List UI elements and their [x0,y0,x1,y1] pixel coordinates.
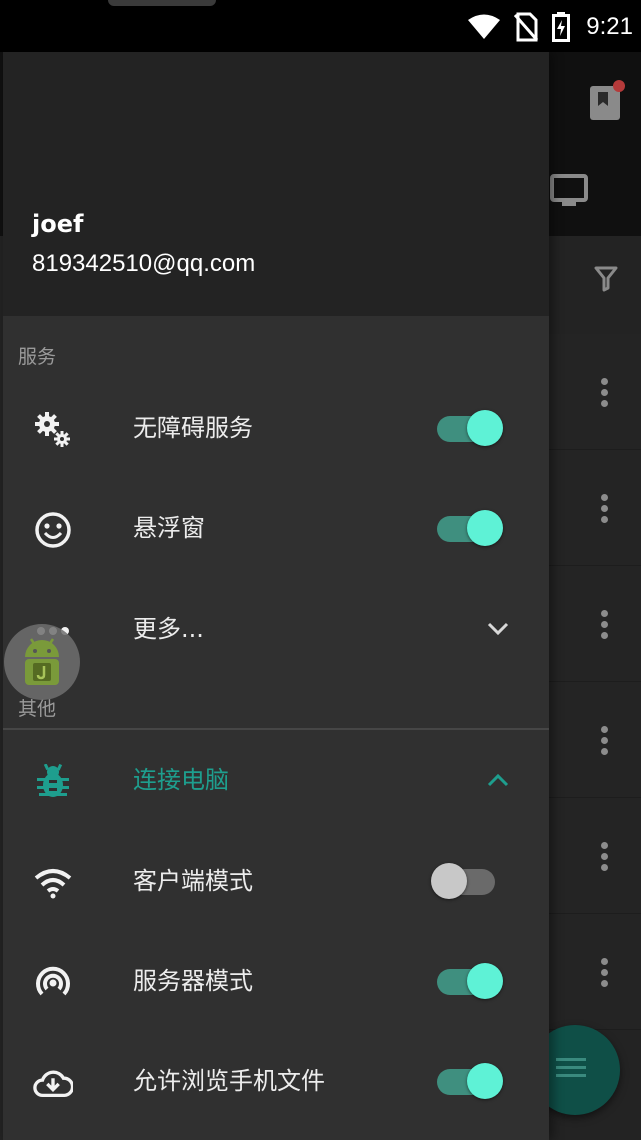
overflow-menu-icon[interactable] [601,378,609,411]
menu-icon [556,1058,586,1077]
floating-window-switch[interactable] [435,508,503,548]
list-item[interactable] [548,682,641,798]
menu-item-client-mode[interactable]: 客户端模式 [3,831,549,931]
chevron-down-icon[interactable] [483,614,513,644]
status-bar: 9:21 [0,0,641,52]
filter-icon[interactable] [594,266,618,296]
chevron-up-icon[interactable] [483,765,513,795]
menu-item-server-mode[interactable]: 服务器模式 [3,931,549,1031]
list-item[interactable] [548,914,641,1030]
overflow-menu-icon[interactable] [601,842,609,875]
menu-label: 连接电脑 [133,766,229,794]
menu-item-connect-pc[interactable]: 连接电脑 [3,730,549,830]
menu-item-more[interactable]: 更多... [3,579,549,679]
user-name: joef [32,210,84,238]
menu-label: 无障碍服务 [133,414,253,442]
notch-tab [108,0,216,6]
overflow-menu-icon[interactable] [601,726,609,759]
overflow-menu-icon[interactable] [601,610,609,643]
android-js-icon [25,638,59,685]
wifi-signal-icon [468,14,501,39]
gears-icon [33,410,73,450]
menu-item-accessibility[interactable]: 无障碍服务 [3,378,549,478]
section-title-services: 服务 [18,346,57,368]
battery-charging-icon [552,12,571,42]
list-item[interactable] [548,334,641,450]
list-item[interactable] [548,798,641,914]
menu-label: 服务器模式 [133,967,253,995]
drawer-header: joef 819342510@qq.com [3,52,549,316]
accessibility-service-switch[interactable] [435,408,503,448]
list-item[interactable] [548,450,641,566]
floating-android-bubble[interactable] [4,624,80,700]
overflow-menu-icon[interactable] [601,958,609,991]
bookmark-doc-icon[interactable] [588,80,626,126]
no-sim-icon [514,12,539,42]
overflow-menu-icon[interactable] [601,494,609,527]
menu-label: 允许浏览手机文件 [133,1067,325,1095]
navigation-drawer: joef 819342510@qq.com 服务 无障碍服务 悬浮窗 更多...… [3,52,549,1140]
cloud-download-icon [33,1063,73,1103]
list-item[interactable] [548,566,641,682]
browse-files-switch[interactable] [435,1061,503,1101]
hotspot-icon [33,963,73,1003]
menu-item-browse-files[interactable]: 允许浏览手机文件 [3,1031,549,1131]
wifi-icon [33,863,73,903]
monitor-icon[interactable] [550,174,588,212]
client-mode-switch[interactable] [431,861,499,901]
user-email: 819342510@qq.com [32,250,256,277]
status-time: 9:21 [586,13,633,40]
menu-label: 悬浮窗 [133,514,205,542]
smiley-icon [33,510,73,550]
menu-item-floating-window[interactable]: 悬浮窗 [3,478,549,578]
server-mode-switch[interactable] [435,961,503,1001]
bug-icon [33,762,73,802]
menu-label: 客户端模式 [133,867,253,895]
menu-label: 更多... [133,615,204,643]
